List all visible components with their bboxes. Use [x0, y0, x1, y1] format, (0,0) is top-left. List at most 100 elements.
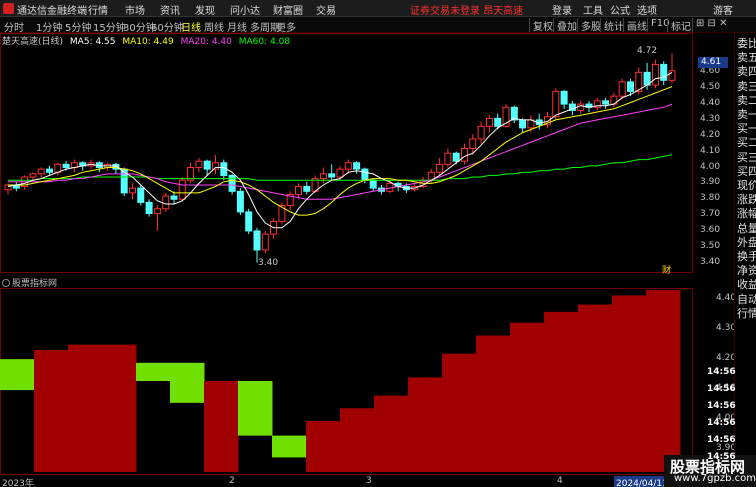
overlay-button[interactable]: 叠加 [553, 18, 577, 33]
period-weekly[interactable]: 周线 [204, 19, 224, 34]
trade-time: 14:56 [707, 435, 736, 445]
trade-time: 14:56 [707, 452, 736, 462]
formula-menu[interactable]: 公式 [610, 2, 630, 17]
draw-button[interactable]: 画线 [623, 18, 647, 33]
candle-body [129, 187, 136, 194]
indicator-chart[interactable] [0, 288, 734, 475]
candle-body [153, 208, 161, 215]
indicator-bar [374, 395, 409, 472]
indicator-bar [306, 421, 341, 472]
candle-body [602, 100, 610, 105]
x-label-feb: 2 [229, 476, 235, 486]
candle-body [328, 173, 336, 178]
candle-body [452, 152, 460, 162]
login-notice[interactable]: 证券交易未登录 昂天高速 [410, 2, 523, 17]
candle [602, 97, 610, 109]
menu-quotes[interactable]: 行情 [88, 2, 108, 17]
ma20-line [8, 103, 673, 200]
candle [153, 205, 161, 231]
multi-stock-button[interactable]: 多股 [577, 18, 601, 33]
indicator-bar [0, 359, 35, 391]
candle [245, 208, 253, 235]
candle-body [162, 195, 170, 210]
period-daily[interactable]: 日线 [181, 19, 201, 34]
candle [228, 173, 236, 195]
candle [651, 59, 659, 89]
candle-body [477, 125, 485, 140]
candle [12, 181, 20, 192]
indicator-bar [476, 335, 511, 472]
menu-trade[interactable]: 交易 [316, 2, 336, 17]
mark-button[interactable]: 标记 [667, 18, 691, 33]
indicator-bar [68, 344, 103, 472]
period-intraday[interactable]: 分时 [4, 19, 24, 34]
period-15min[interactable]: 15分钟 [93, 19, 126, 34]
adjust-button[interactable]: 复权 [529, 18, 553, 33]
menu-wealth[interactable]: 财富圈 [273, 2, 303, 17]
period-more[interactable]: 更多 [276, 19, 296, 34]
trade-time: 14:56 [707, 401, 736, 411]
candle-body [336, 168, 344, 178]
indicator-bar [578, 304, 613, 472]
period-5min[interactable]: 5分钟 [65, 19, 91, 34]
menu-ask[interactable]: 问小达 [230, 2, 260, 17]
candlestick-chart[interactable] [0, 33, 734, 273]
candle [444, 148, 452, 168]
price-tick-label: 3.80 [700, 193, 721, 204]
quote-panel: 委比 卖五 卖四 卖三 卖二 卖一 买一 买二 买三 买四 现价 涨跌 涨幅 总量 外盘 换手 净资 收益 自动 行情 [734, 33, 756, 487]
candle-body [560, 90, 568, 105]
candle-body [145, 201, 153, 214]
candle-body [485, 117, 493, 127]
indicator-bar [408, 377, 443, 472]
candle [519, 118, 527, 133]
indicator-bar [340, 408, 375, 472]
options-menu[interactable]: 选项 [637, 2, 657, 17]
candle [220, 159, 228, 181]
menu-bar: 通达信金融终端 行情 市场 资讯 发现 问小达 财富圈 交易 证券交易未登录 昂… [0, 0, 756, 17]
period-1min[interactable]: 1分钟 [36, 19, 62, 34]
app-title: 通达信金融终端 [17, 6, 87, 17]
candle-body [361, 168, 369, 181]
candle [593, 97, 601, 111]
candle-body [552, 90, 560, 118]
login-button[interactable]: 登录 [552, 2, 572, 17]
x-label-apr: 4 [557, 476, 563, 486]
stats-button[interactable]: 统计 [600, 18, 624, 33]
price-tick-label: 3.70 [700, 209, 721, 220]
candle [261, 230, 269, 254]
candle [353, 161, 361, 174]
ma5-line [7, 71, 673, 229]
candle-body [29, 173, 37, 178]
candle-body [170, 195, 178, 200]
candle-body [228, 174, 236, 192]
candle-body [195, 160, 203, 169]
price-tick-label: 4.40 [700, 98, 721, 109]
finance-badge[interactable]: 财 [662, 263, 671, 276]
window-controls[interactable]: ⊞ ⊟ ✕ [692, 18, 732, 32]
menu-discover[interactable]: 发现 [195, 2, 215, 17]
candle [162, 192, 170, 212]
candle-body [236, 190, 244, 213]
candle [461, 143, 468, 165]
candle-body [137, 187, 145, 203]
indicator-bar [170, 362, 205, 403]
watermark-url: www.7gpzb.com [674, 473, 756, 484]
period-60min[interactable]: 60分钟 [151, 19, 184, 34]
period-monthly[interactable]: 月线 [227, 19, 247, 34]
tools-menu[interactable]: 工具 [583, 2, 603, 17]
price-tick-label: 4.00 [700, 161, 721, 172]
candle [104, 162, 112, 171]
candle-body [618, 81, 626, 97]
chart-frame [0, 33, 693, 273]
guest-label[interactable]: 游客 [713, 2, 733, 17]
x-label-year: 2023年 [2, 479, 34, 487]
quote-label: 行情 [737, 306, 756, 320]
candle [70, 159, 78, 173]
period-toolbar: 分时 1分钟 5分钟 15分钟 30分钟 60分钟 日线 周线 月线 多周期 更… [0, 17, 756, 34]
candle [187, 162, 195, 184]
menu-market[interactable]: 市场 [125, 2, 145, 17]
menu-news[interactable]: 资讯 [160, 2, 180, 17]
candle-body [295, 186, 302, 195]
candle [477, 121, 485, 144]
candle [560, 89, 568, 109]
